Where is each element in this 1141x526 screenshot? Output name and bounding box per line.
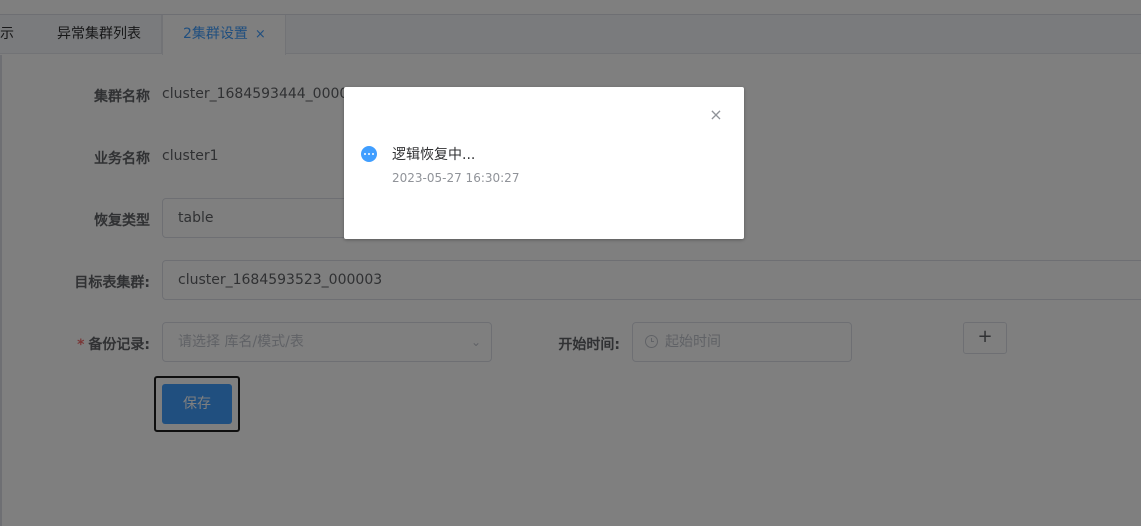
- dialog-message: 逻辑恢复中...: [392, 147, 476, 163]
- loading-dots-icon: [361, 146, 377, 162]
- progress-dialog: × 逻辑恢复中... 2023-05-27 16:30:27: [344, 87, 744, 239]
- modal-mask[interactable]: [0, 0, 1141, 526]
- dialog-timestamp: 2023-05-27 16:30:27: [392, 171, 520, 185]
- close-icon[interactable]: ×: [708, 107, 724, 123]
